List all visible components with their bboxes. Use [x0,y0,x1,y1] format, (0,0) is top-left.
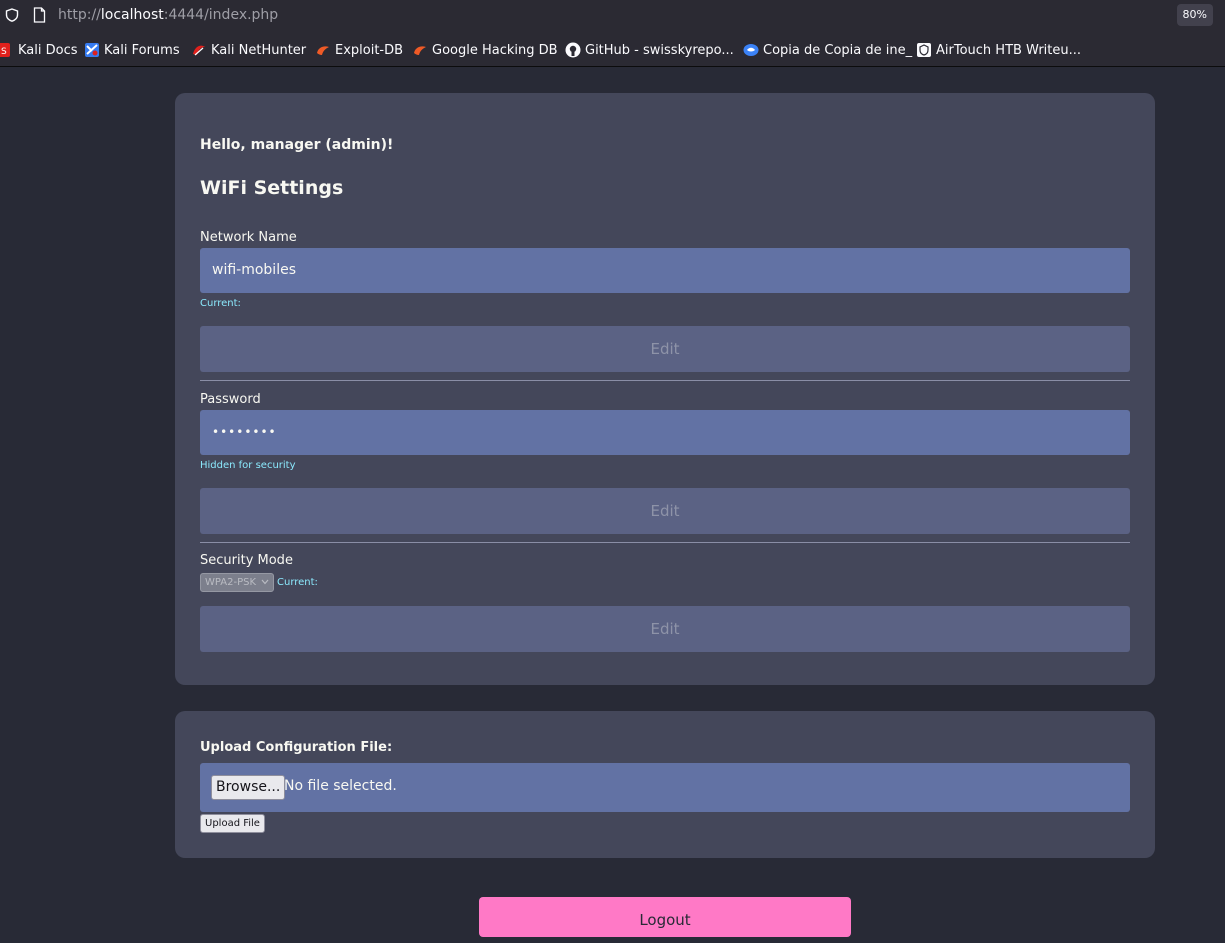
security-mode-selected: WPA2-PSK [205,577,257,588]
divider [200,380,1130,381]
page-icon [33,7,46,23]
bookmarks-toolbar: S Kali Docs Kali Forums Kali NetHunter E… [0,30,1225,67]
kali-nethunter-icon [193,45,205,56]
bookmark-github-swisskyrepo[interactable]: GitHub - swisskyrepo... [565,42,734,58]
security-mode-edit-button[interactable]: Edit [200,606,1130,652]
network-name-current-hint: Current: [200,298,241,309]
upload-config-card: Upload Configuration File: Browse... No … [175,711,1155,858]
url-text[interactable]: http://localhost:4444/index.php [58,7,278,23]
bookmark-kali-docs[interactable]: S Kali Docs [0,42,78,58]
exploit-db-icon [317,46,329,55]
chevron-down-icon [261,579,269,585]
password-edit-button[interactable]: Edit [200,488,1130,534]
file-status-text: No file selected. [284,778,397,794]
file-input[interactable]: Browse... No file selected. [200,763,1130,812]
kali-forums-icon [85,43,99,57]
kali-docs-icon: S [0,43,10,57]
github-icon [565,42,581,58]
bookmark-airtouch-htb-writeup[interactable]: AirTouch HTB Writeu... [916,42,1081,58]
network-name-input[interactable]: wifi-mobiles [200,248,1130,293]
bookmark-copia-de-copia[interactable]: Copia de Copia de ine_ [743,42,912,58]
security-mode-select[interactable]: WPA2-PSK [200,573,274,592]
security-mode-label: Security Mode [200,553,293,568]
google-hacking-db-icon [414,46,426,55]
svg-text:S: S [1,47,7,57]
zoom-level-badge[interactable]: 80% [1176,4,1213,26]
upload-file-button[interactable]: Upload File [200,814,265,833]
bookmark-kali-forums[interactable]: Kali Forums [84,42,180,58]
airtouch-icon [917,43,931,57]
security-mode-current-hint: Current: [277,577,318,588]
network-name-edit-button[interactable]: Edit [200,326,1130,372]
upload-config-label: Upload Configuration File: [200,740,393,755]
browse-button[interactable]: Browse... [211,775,286,800]
browser-url-bar[interactable]: http://localhost:4444/index.php 80% [0,0,1225,30]
bookmark-icon [743,44,759,56]
network-name-label: Network Name [200,230,297,245]
wifi-settings-card: Hello, manager (admin)! WiFi Settings Ne… [175,93,1155,685]
page-title: WiFi Settings [200,177,344,199]
password-hidden-hint: Hidden for security [200,460,296,471]
bookmark-google-hacking-db[interactable]: Google Hacking DB [412,42,558,58]
shield-icon[interactable] [5,8,19,22]
password-input[interactable]: •••••••• [200,410,1130,455]
bookmark-exploit-db[interactable]: Exploit-DB [315,42,403,58]
logout-button[interactable]: Logout [479,897,851,937]
bookmark-kali-nethunter[interactable]: Kali NetHunter [191,42,306,58]
greeting-text: Hello, manager (admin)! [200,137,394,153]
divider [200,542,1130,543]
password-label: Password [200,392,261,407]
